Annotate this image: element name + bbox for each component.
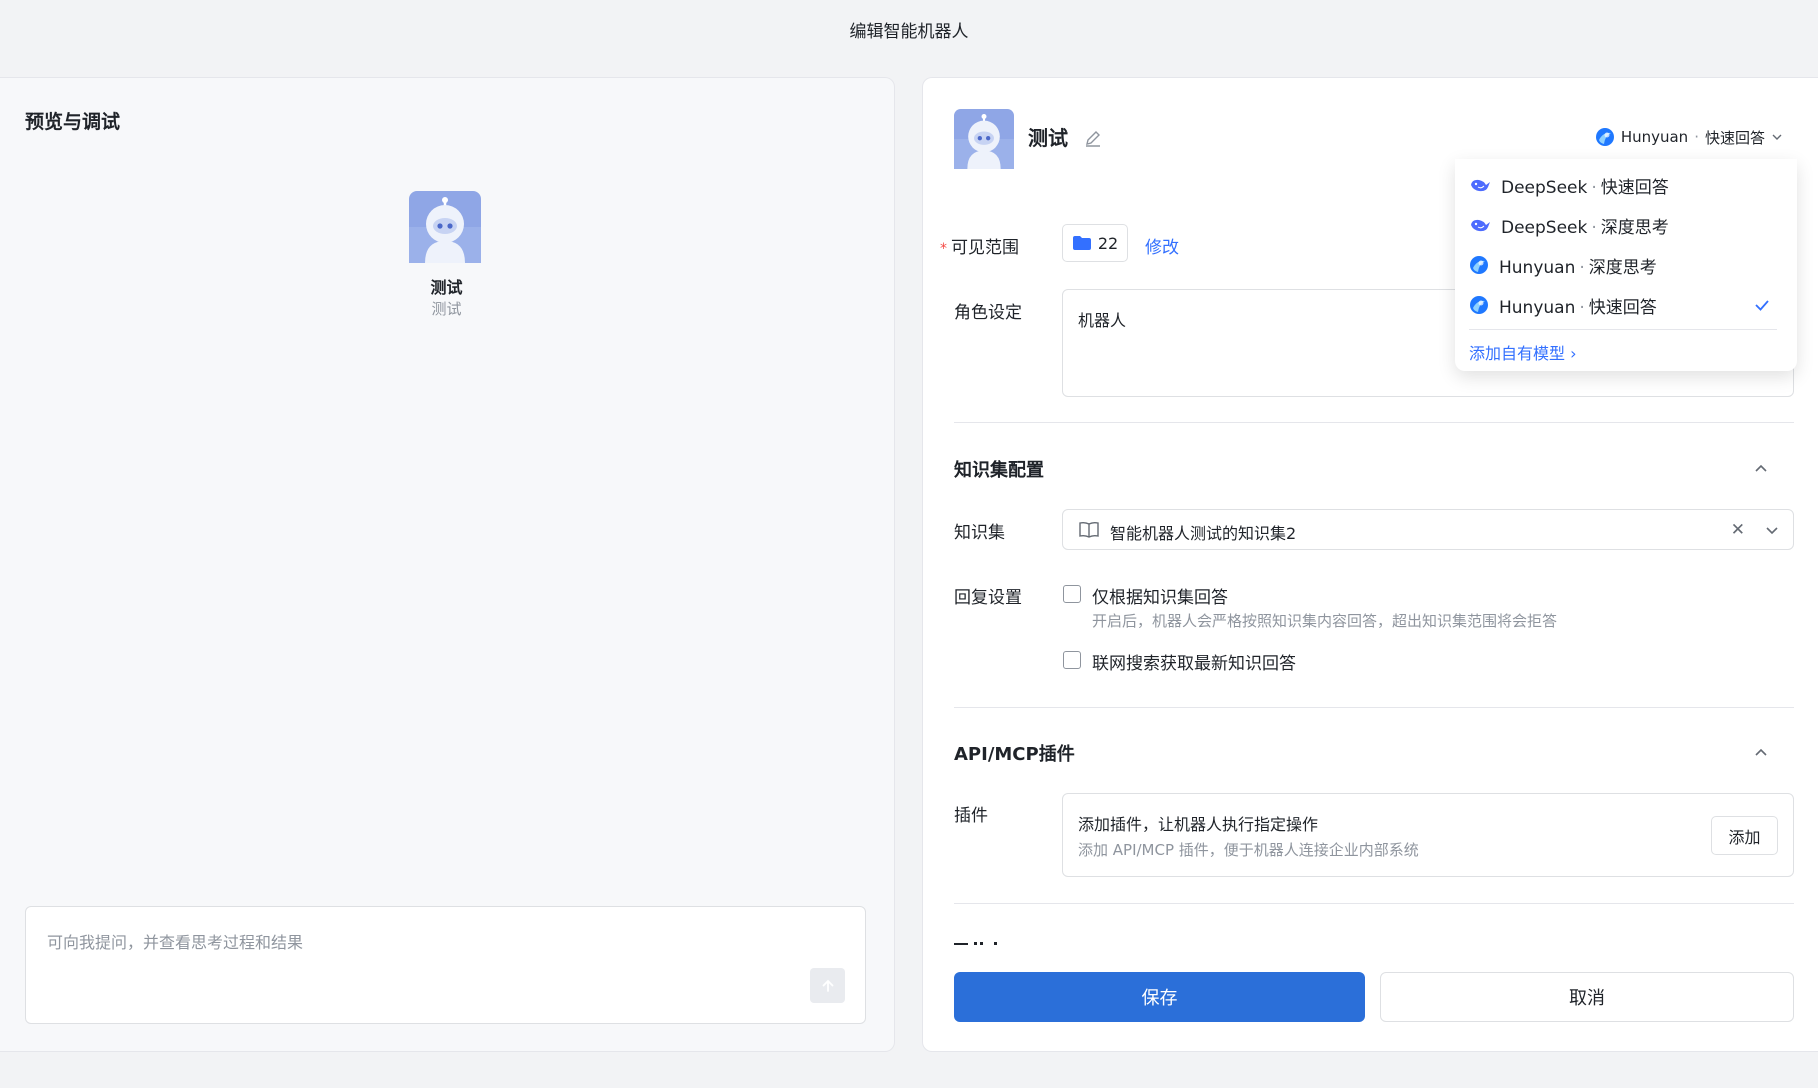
book-icon <box>1079 521 1099 538</box>
plugin-box: 添加插件，让机器人执行指定操作 添加 API/MCP 插件，便于机器人连接企业内… <box>1062 793 1794 877</box>
cancel-button[interactable]: 取消 <box>1380 972 1794 1022</box>
preview-bot-desc: 测试 <box>431 300 462 318</box>
edit-pencil-icon[interactable] <box>1083 128 1103 148</box>
web-search-checkbox[interactable] <box>1063 651 1081 669</box>
chat-input[interactable]: 可向我提问，并查看思考过程和结果 <box>25 906 866 1024</box>
preview-panel: 预览与调试 测试 测试 可向我提问，并查看思考过程和结果 <box>0 77 895 1052</box>
chevron-down-icon <box>1772 134 1782 140</box>
hunyuan-icon <box>1469 255 1489 275</box>
plugin-box-desc: 添加 API/MCP 插件，便于机器人连接企业内部系统 <box>1078 841 1419 859</box>
check-icon <box>1755 300 1769 311</box>
chat-placeholder: 可向我提问，并查看思考过程和结果 <box>47 933 304 952</box>
divider <box>954 422 1794 423</box>
scope-count: 22 <box>1097 233 1119 253</box>
only-kb-label: 仅根据知识集回答 <box>1092 588 1228 608</box>
model-option-selected[interactable]: Hunyuan · 快速回答 <box>1455 285 1797 325</box>
scope-edit-link[interactable]: 修改 <box>1145 233 1179 258</box>
save-button[interactable]: 保存 <box>954 972 1365 1022</box>
kb-label: 知识集 <box>954 523 1005 543</box>
only-kb-checkbox[interactable] <box>1063 585 1081 603</box>
model-option[interactable]: DeepSeek · 深度思考 <box>1455 205 1797 245</box>
role-label: 角色设定 <box>954 303 1022 323</box>
divider <box>954 903 1794 904</box>
chevron-up-icon[interactable] <box>1753 745 1769 761</box>
plugin-label: 插件 <box>954 806 988 826</box>
modal-title: 编辑智能机器人 <box>849 22 969 42</box>
scope-label: * 可见范围 <box>940 238 1019 258</box>
role-value: 机器人 <box>1078 311 1127 330</box>
model-selected-provider: Hunyuan <box>1620 128 1689 146</box>
folder-icon <box>1072 236 1091 250</box>
plugin-box-title: 添加插件，让机器人执行指定操作 <box>1078 815 1319 834</box>
hunyuan-icon <box>1595 127 1615 147</box>
knowledge-section-title: 知识集配置 <box>954 460 1044 481</box>
only-kb-desc: 开启后，机器人会严格按照知识集内容回答，超出知识集范围将会拒答 <box>1092 612 1558 630</box>
add-plugin-button[interactable]: 添加 <box>1711 816 1778 855</box>
chevron-up-icon[interactable] <box>1753 461 1769 477</box>
preview-title: 预览与调试 <box>25 111 121 133</box>
deepseek-icon <box>1469 176 1491 194</box>
preview-bot-name: 测试 <box>430 278 463 297</box>
kb-value: 智能机器人测试的知识集2 <box>1110 524 1297 543</box>
required-mark: * <box>940 241 947 257</box>
clear-icon[interactable]: ✕ <box>1731 520 1745 540</box>
bot-avatar-icon[interactable] <box>954 109 1014 169</box>
model-option[interactable]: Hunyuan · 深度思考 <box>1455 245 1797 285</box>
bot-avatar-icon <box>409 191 481 263</box>
hunyuan-icon <box>1469 295 1489 315</box>
add-own-model-link[interactable]: 添加自有模型 › <box>1455 334 1797 374</box>
model-option[interactable]: DeepSeek · 快速回答 <box>1455 165 1797 205</box>
plugins-section-title: API/MCP插件 <box>954 744 1075 765</box>
scope-tag[interactable]: 22 <box>1062 224 1128 262</box>
send-button[interactable] <box>810 968 845 1003</box>
kb-select[interactable]: 智能机器人测试的知识集2 ✕ <box>1062 509 1794 550</box>
divider <box>1469 329 1777 330</box>
model-separator: · <box>1694 128 1699 146</box>
model-dropdown: DeepSeek · 快速回答 DeepSeek · 深度思考 Hunyuan · 深度思考… <box>1455 159 1797 371</box>
scroll-clipped-text <box>954 942 997 945</box>
reply-label: 回复设置 <box>954 588 1022 608</box>
chevron-down-icon[interactable] <box>1765 523 1779 537</box>
model-selector[interactable]: Hunyuan · 快速回答 <box>1455 114 1797 160</box>
arrow-up-icon <box>822 979 833 992</box>
model-selected-mode: 快速回答 <box>1704 128 1765 147</box>
divider <box>954 707 1794 708</box>
web-search-label: 联网搜索获取最新知识回答 <box>1092 654 1296 674</box>
bot-name: 测试 <box>1028 126 1068 150</box>
deepseek-icon <box>1469 216 1491 234</box>
